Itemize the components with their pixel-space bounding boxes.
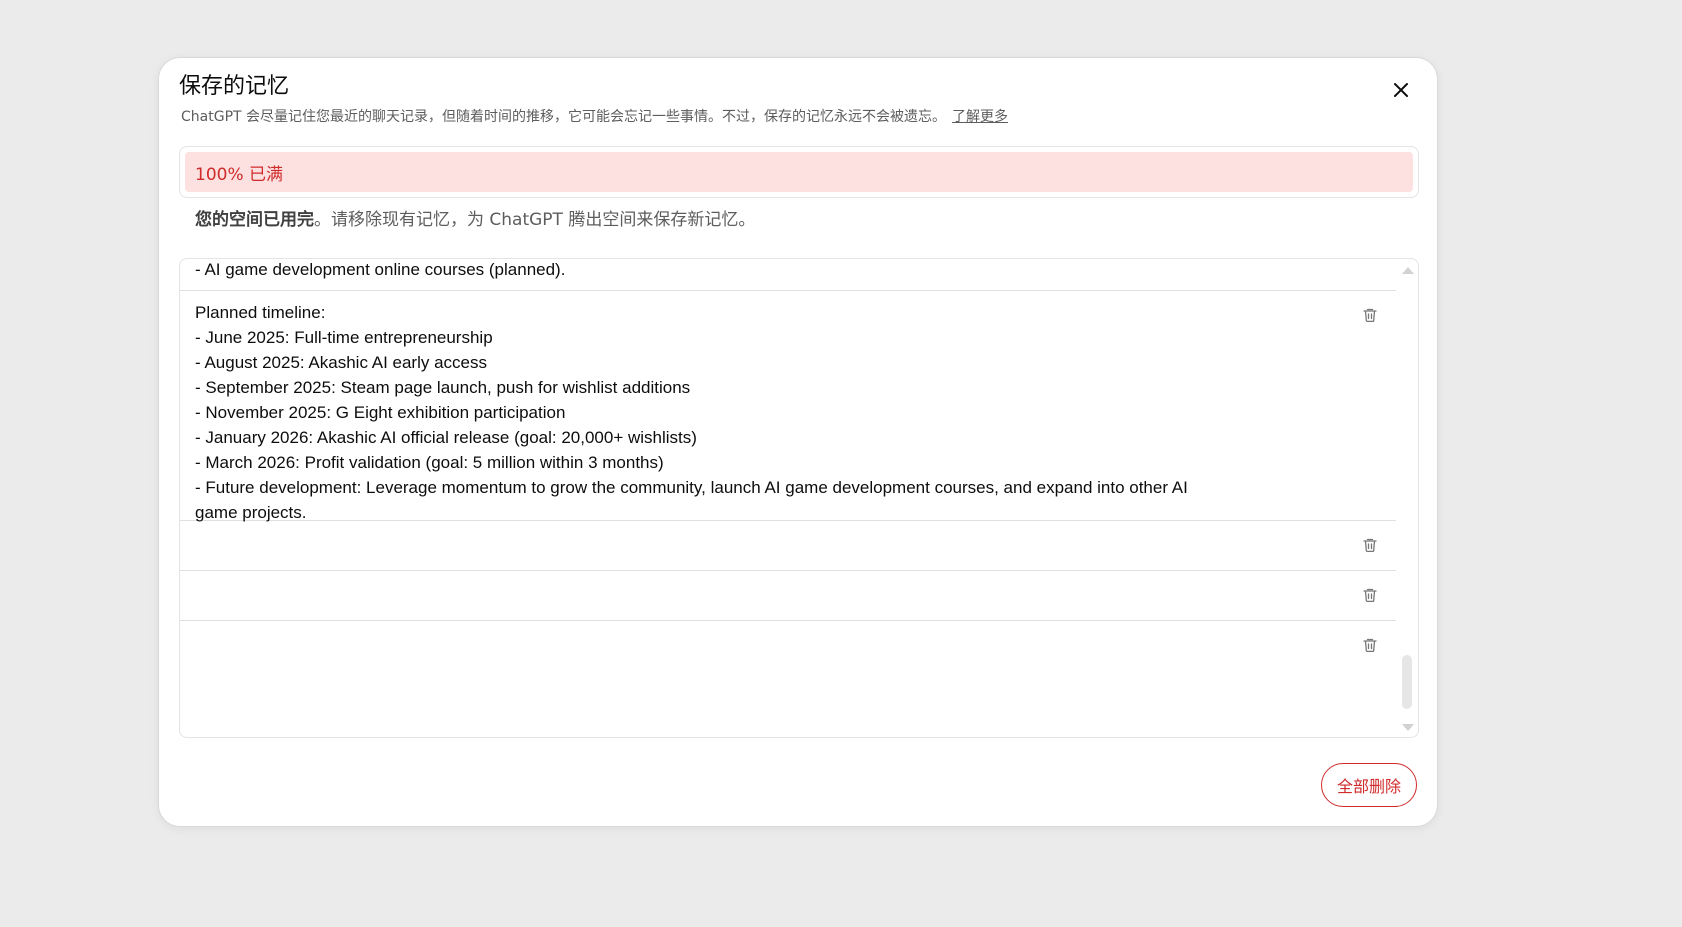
trash-icon [1363, 638, 1377, 653]
memory-item [180, 571, 1396, 621]
memory-usage-meter: 100% 已满 [179, 146, 1419, 198]
close-button[interactable] [1387, 76, 1415, 104]
memory-text: Planned timeline: - June 2025: Full-time… [195, 303, 1188, 522]
scroll-down-arrow-icon[interactable] [1402, 724, 1414, 731]
memory-list[interactable]: - AI game development online courses (pl… [179, 258, 1419, 738]
close-icon [1394, 83, 1408, 97]
subtitle-text: ChatGPT 会尽量记住您最近的聊天记录，但随着时间的推移，它可能会忘记一些事… [181, 109, 947, 125]
trash-icon [1363, 308, 1377, 323]
memory-item [180, 621, 1396, 737]
scroll-up-arrow-icon[interactable] [1402, 267, 1414, 274]
memory-usage-bar: 100% 已满 [185, 152, 1413, 192]
memory-item: Planned timeline: - June 2025: Full-time… [180, 291, 1396, 522]
delete-memory-button[interactable] [1360, 535, 1380, 555]
storage-full-bold: 您的空间已用完 [195, 210, 314, 230]
memory-item [180, 521, 1396, 571]
delete-all-button[interactable]: 全部删除 [1320, 763, 1417, 807]
saved-memories-dialog: 保存的记忆 ChatGPT 会尽量记住您最近的聊天记录，但随着时间的推移，它可能… [158, 57, 1438, 827]
memory-usage-label: 100% 已满 [195, 164, 284, 185]
learn-more-link[interactable]: 了解更多 [952, 109, 1008, 125]
scroll-thumb[interactable] [1402, 655, 1412, 709]
trash-icon [1363, 538, 1377, 553]
dialog-title: 保存的记忆 [179, 74, 290, 99]
trash-icon [1363, 588, 1377, 603]
delete-memory-button[interactable] [1360, 305, 1380, 325]
dialog-subtitle: ChatGPT 会尽量记住您最近的聊天记录，但随着时间的推移，它可能会忘记一些事… [181, 107, 1008, 127]
memory-list-scrollbar[interactable] [1396, 259, 1418, 737]
storage-full-notice: 您的空间已用完。请移除现有记忆，为 ChatGPT 腾出空间来保存新记忆。 [195, 208, 755, 232]
memory-item: - AI game development online courses (pl… [180, 259, 1396, 291]
delete-memory-button[interactable] [1360, 635, 1380, 655]
memory-text: - AI game development online courses (pl… [195, 260, 566, 279]
delete-memory-button[interactable] [1360, 585, 1380, 605]
storage-full-text: 。请移除现有记忆，为 ChatGPT 腾出空间来保存新记忆。 [314, 210, 756, 230]
